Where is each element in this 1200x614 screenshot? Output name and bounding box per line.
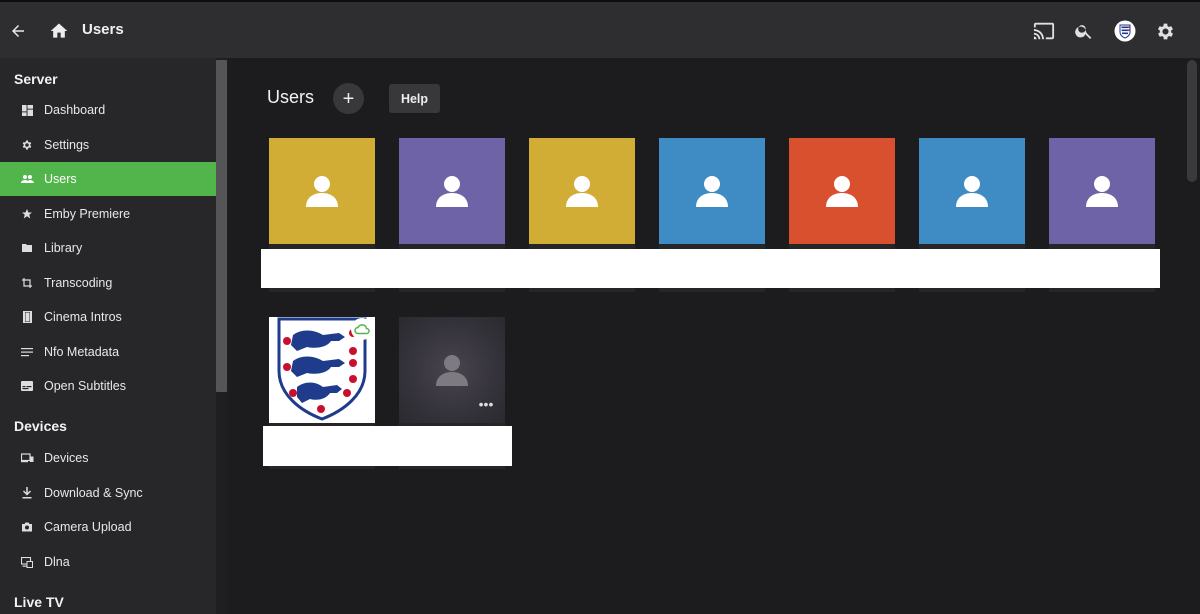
sidebar-item-label: Transcoding xyxy=(44,276,113,290)
person-icon xyxy=(566,176,598,207)
sidebar-item-download-sync[interactable]: Download & Sync xyxy=(0,476,216,510)
user-card[interactable] xyxy=(659,138,765,244)
sidebar-item-camera-upload[interactable]: Camera Upload xyxy=(0,510,216,544)
user-card[interactable] xyxy=(1049,138,1155,244)
sidebar-item-label: Emby Premiere xyxy=(44,207,131,221)
transcode-icon xyxy=(20,276,34,290)
sidebar-section-server: Server xyxy=(14,71,58,87)
sidebar-item-open-subtitles[interactable]: Open Subtitles xyxy=(0,369,216,403)
user-card[interactable] xyxy=(529,138,635,244)
plus-icon: + xyxy=(342,87,355,110)
film-icon xyxy=(20,310,34,324)
sidebar-scrollbar-thumb[interactable] xyxy=(216,60,227,392)
more-options-icon[interactable]: ••• xyxy=(476,394,496,414)
sidebar-item-label: Nfo Metadata xyxy=(44,345,120,359)
camera-icon xyxy=(20,520,34,534)
back-arrow-icon[interactable] xyxy=(6,19,30,43)
sidebar-item-users[interactable]: Users xyxy=(0,162,216,196)
person-icon xyxy=(1086,176,1118,207)
sidebar-item-library[interactable]: Library xyxy=(0,231,216,265)
sidebar-item-nfo-metadata[interactable]: Nfo Metadata xyxy=(0,335,216,369)
help-button[interactable]: Help xyxy=(389,84,440,113)
sidebar-item-cinema-intros[interactable]: Cinema Intros xyxy=(0,300,216,334)
user-card[interactable] xyxy=(789,138,895,244)
sidebar-item-dashboard[interactable]: Dashboard xyxy=(0,93,216,127)
sidebar-item-label: Users xyxy=(44,172,77,186)
user-card[interactable] xyxy=(269,138,375,244)
star-icon xyxy=(20,207,34,221)
sidebar-item-label: Download & Sync xyxy=(44,486,143,500)
redacted-user-names xyxy=(261,249,1160,288)
gear-icon xyxy=(20,138,34,152)
person-icon xyxy=(826,176,858,207)
sidebar-item-label: Cinema Intros xyxy=(44,310,122,324)
sidebar-section-live-tv: Live TV xyxy=(14,594,64,610)
sidebar-item-settings[interactable]: Settings xyxy=(0,128,216,162)
gear-icon[interactable] xyxy=(1153,19,1177,43)
devices-icon xyxy=(20,451,34,465)
main-scrollbar-thumb[interactable] xyxy=(1187,60,1197,182)
sidebar-item-label: Settings xyxy=(44,138,90,152)
dlna-icon xyxy=(20,555,34,569)
lines-icon xyxy=(20,345,34,359)
sidebar-section-devices: Devices xyxy=(14,418,67,434)
people-icon xyxy=(20,172,34,186)
person-icon xyxy=(956,176,988,207)
top-app-bar: Users xyxy=(0,0,1200,58)
sidebar-item-devices[interactable]: Devices xyxy=(0,441,216,475)
user-card[interactable] xyxy=(919,138,1025,244)
sidebar-item-label: Camera Upload xyxy=(44,520,132,534)
sidebar: Server Dashboard Settings Users Emby Pre… xyxy=(0,58,216,614)
person-icon xyxy=(436,355,468,386)
folder-icon xyxy=(20,241,34,255)
add-user-button[interactable]: + xyxy=(333,83,364,114)
redacted-user-names xyxy=(263,426,512,466)
user-avatar[interactable] xyxy=(1113,19,1137,43)
user-card[interactable] xyxy=(399,138,505,244)
sidebar-item-label: Dlna xyxy=(44,555,70,569)
sidebar-item-label: Open Subtitles xyxy=(44,379,126,393)
page-title: Users xyxy=(267,87,315,107)
search-icon[interactable] xyxy=(1072,19,1096,43)
home-icon[interactable] xyxy=(47,19,71,43)
person-icon xyxy=(306,176,338,207)
sidebar-item-label: Devices xyxy=(44,451,89,465)
sidebar-item-dlna[interactable]: Dlna xyxy=(0,545,216,579)
subtitles-icon xyxy=(20,379,34,393)
header-title: Users xyxy=(82,21,124,38)
sidebar-item-label: Library xyxy=(44,241,83,255)
download-icon xyxy=(20,486,34,500)
sidebar-item-label: Dashboard xyxy=(44,103,106,117)
cloud-connect-icon xyxy=(351,318,373,340)
sidebar-item-emby-premiere[interactable]: Emby Premiere xyxy=(0,197,216,231)
dashboard-icon xyxy=(20,103,34,117)
cast-icon[interactable] xyxy=(1032,19,1056,43)
person-icon xyxy=(436,176,468,207)
sidebar-item-transcoding[interactable]: Transcoding xyxy=(0,266,216,300)
person-icon xyxy=(696,176,728,207)
